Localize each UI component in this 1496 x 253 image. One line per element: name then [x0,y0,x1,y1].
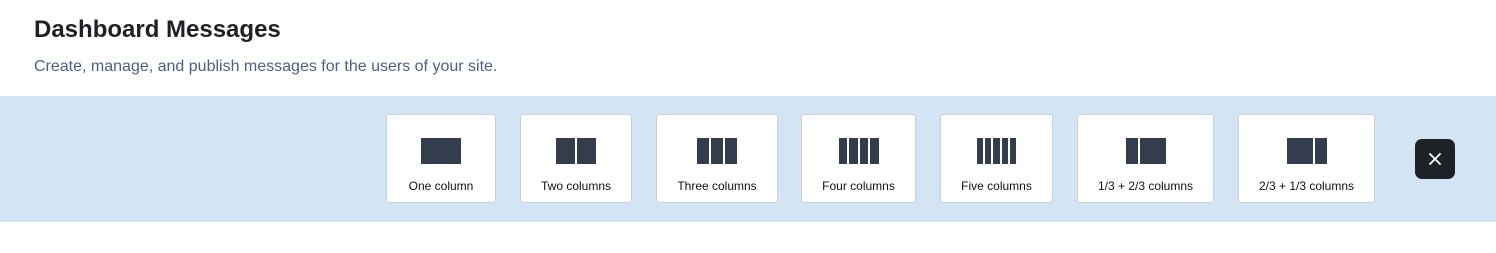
four-columns-layout-icon [838,138,879,164]
one-third-two-thirds-layout-icon [1125,138,1166,164]
layout-selector-bar: One column Two columns Three columns Fou… [0,96,1496,222]
layout-option-label: 2/3 + 1/3 columns [1258,179,1355,193]
layout-option-four-columns[interactable]: Four columns [801,114,916,203]
page-subtitle: Create, manage, and publish messages for… [34,58,498,75]
close-icon [1429,153,1441,165]
layout-option-label: Two columns [540,179,612,193]
page-header: Dashboard Messages Create, manage, and p… [34,14,1496,78]
layout-option-label: 1/3 + 2/3 columns [1097,179,1194,193]
layout-option-three-columns[interactable]: Three columns [656,114,778,203]
layout-option-label: Three columns [677,179,757,193]
two-thirds-one-third-layout-icon [1286,138,1327,164]
page-title: Dashboard Messages [34,16,281,43]
three-columns-layout-icon [697,138,737,164]
layout-option-label: Four columns [822,179,895,193]
layout-option-label: One column [408,179,474,193]
layout-option-label: Five columns [961,179,1032,193]
layout-option-two-thirds-one-third[interactable]: 2/3 + 1/3 columns [1238,114,1375,203]
close-button[interactable] [1415,139,1455,179]
layout-option-five-columns[interactable]: Five columns [940,114,1053,203]
five-columns-layout-icon [976,138,1017,164]
layout-option-one-third-two-thirds[interactable]: 1/3 + 2/3 columns [1077,114,1214,203]
one-column-layout-icon [421,138,461,164]
layout-option-two-columns[interactable]: Two columns [520,114,632,203]
two-columns-layout-icon [556,138,596,164]
layout-option-one-column[interactable]: One column [386,114,496,203]
